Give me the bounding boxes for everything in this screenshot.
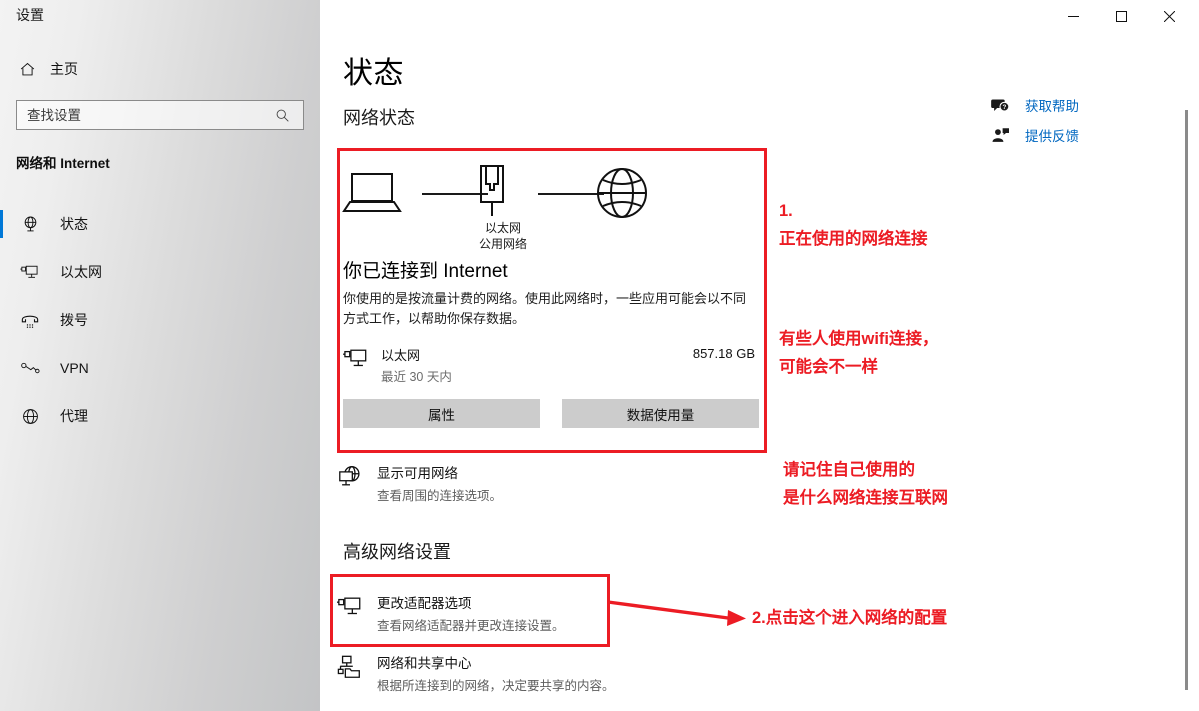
sidebar-item-label: VPN — [60, 360, 89, 376]
svg-text:?: ? — [1002, 104, 1006, 111]
settings-window: 设置 主页 网络和 Internet — [0, 0, 1199, 711]
row-text: 更改适配器选项 查看网络适配器并更改连接设置。 — [377, 592, 565, 634]
connected-description: 你使用的是按流量计费的网络。使用此网络时，一些应用可能会以不同方式工作，以帮助你… — [343, 291, 747, 326]
network-sharing-center-row[interactable]: 网络和共享中心 根据所连接到的网络，决定要共享的内容。 — [337, 652, 777, 694]
change-adapter-options-row[interactable]: 更改适配器选项 查看网络适配器并更改连接设置。 — [337, 592, 757, 634]
adapter-usage: 857.18 GB — [692, 346, 755, 361]
diagram-caption-line2: 公用网络 — [478, 237, 527, 251]
network-status-card: 以太网 公用网络 你已连接到 Internet 你使用的是按流量计费的网络。使用… — [337, 148, 767, 428]
globe-stand-icon — [16, 212, 44, 236]
window-controls — [1049, 0, 1199, 32]
monitor-plug-icon — [343, 345, 381, 376]
globe-monitor-icon — [337, 462, 377, 490]
diagram-caption: 以太网 公用网络 — [438, 220, 568, 252]
get-help-link[interactable]: ? 获取帮助 — [987, 90, 1167, 120]
properties-button[interactable]: 属性 — [343, 399, 540, 428]
data-usage-button[interactable]: 数据使用量 — [562, 399, 759, 428]
connected-title: 你已连接到 Internet — [343, 261, 508, 282]
give-feedback-label: 提供反馈 — [1025, 129, 1079, 144]
adapter-period: 最近 30 天内 — [381, 370, 452, 384]
annotation-note-1: 1. 正在使用的网络连接 — [779, 202, 928, 248]
globe-icon — [16, 404, 44, 428]
search-box[interactable] — [16, 100, 304, 130]
feedback-person-icon — [987, 127, 1013, 144]
get-help-label: 获取帮助 — [1025, 99, 1079, 114]
help-question-bubble-icon: ? — [987, 97, 1013, 114]
laptop-icon — [342, 170, 402, 221]
diagram-caption-line1: 以太网 — [484, 221, 521, 235]
section-heading-advanced: 高级网络设置 — [343, 542, 451, 562]
sidebar-category-title: 网络和 Internet — [16, 156, 110, 171]
sidebar-item-label: 状态 — [60, 216, 88, 232]
selection-indicator — [0, 210, 3, 238]
row-title: 网络和共享中心 — [377, 656, 472, 671]
network-diagram: 以太网 公用网络 — [342, 158, 767, 252]
sidebar-home-label: 主页 — [50, 61, 78, 77]
row-subtitle: 查看周围的连接选项。 — [377, 489, 503, 503]
search-input[interactable] — [17, 101, 265, 129]
sidebar-item-ethernet[interactable]: 以太网 — [0, 248, 320, 296]
sidebar-item-label: 代理 — [60, 408, 88, 424]
monitor-plug-icon — [16, 260, 44, 284]
section-heading-network-status: 网络状态 — [343, 108, 415, 128]
close-button[interactable] — [1145, 0, 1193, 32]
active-adapter-row: 以太网 最近 30 天内 857.18 GB — [343, 345, 755, 385]
sidebar-item-proxy[interactable]: 代理 — [0, 392, 320, 440]
annotation-note-3: 请记住自己使用的 是什么网络连接互联网 — [783, 461, 948, 507]
adapter-names: 以太网 最近 30 天内 — [381, 345, 693, 385]
row-subtitle: 根据所连接到的网络，决定要共享的内容。 — [377, 679, 615, 693]
sidebar-item-dialup[interactable]: 拨号 — [0, 296, 320, 344]
sidebar: 设置 主页 网络和 Internet — [0, 0, 320, 711]
ethernet-port-icon — [475, 162, 509, 229]
row-text: 显示可用网络 查看周围的连接选项。 — [377, 462, 502, 504]
page-title: 状态 — [343, 57, 404, 90]
maximize-button[interactable] — [1097, 0, 1145, 32]
adapter-name: 以太网 — [381, 348, 421, 363]
sidebar-nav: 状态 以太网 拨号 VPN 代理 — [0, 200, 320, 440]
row-text: 网络和共享中心 根据所连接到的网络，决定要共享的内容。 — [377, 652, 615, 694]
sidebar-item-vpn[interactable]: VPN — [0, 344, 320, 392]
show-available-networks-row[interactable]: 显示可用网络 查看周围的连接选项。 — [337, 462, 757, 504]
row-title: 显示可用网络 — [377, 466, 458, 481]
vertical-scrollbar[interactable] — [1185, 110, 1188, 690]
annotation-note-2: 有些人使用wifi连接， 可能会不一样 — [779, 330, 939, 376]
annotation-note-4: 2.点击这个进入网络的配置 — [752, 609, 948, 627]
monitor-plug-icon — [337, 592, 377, 620]
minimize-button[interactable] — [1049, 0, 1097, 32]
search-icon[interactable] — [265, 101, 299, 129]
network-sharing-icon — [337, 652, 377, 680]
card-buttons: 属性 数据使用量 — [343, 399, 767, 428]
sidebar-item-label: 以太网 — [60, 264, 102, 280]
window-title: 设置 — [16, 7, 44, 23]
sidebar-item-home[interactable]: 主页 — [12, 54, 308, 84]
dialup-phone-icon — [16, 308, 44, 332]
help-links: ? 获取帮助 提供反馈 — [987, 90, 1167, 150]
sidebar-item-label: 拨号 — [60, 312, 88, 328]
vpn-key-icon — [16, 356, 44, 380]
row-subtitle: 查看网络适配器并更改连接设置。 — [377, 619, 565, 633]
row-title: 更改适配器选项 — [377, 596, 472, 611]
globe-icon — [595, 166, 649, 225]
sidebar-item-status[interactable]: 状态 — [0, 200, 320, 248]
give-feedback-link[interactable]: 提供反馈 — [987, 120, 1167, 150]
home-icon — [12, 59, 42, 79]
